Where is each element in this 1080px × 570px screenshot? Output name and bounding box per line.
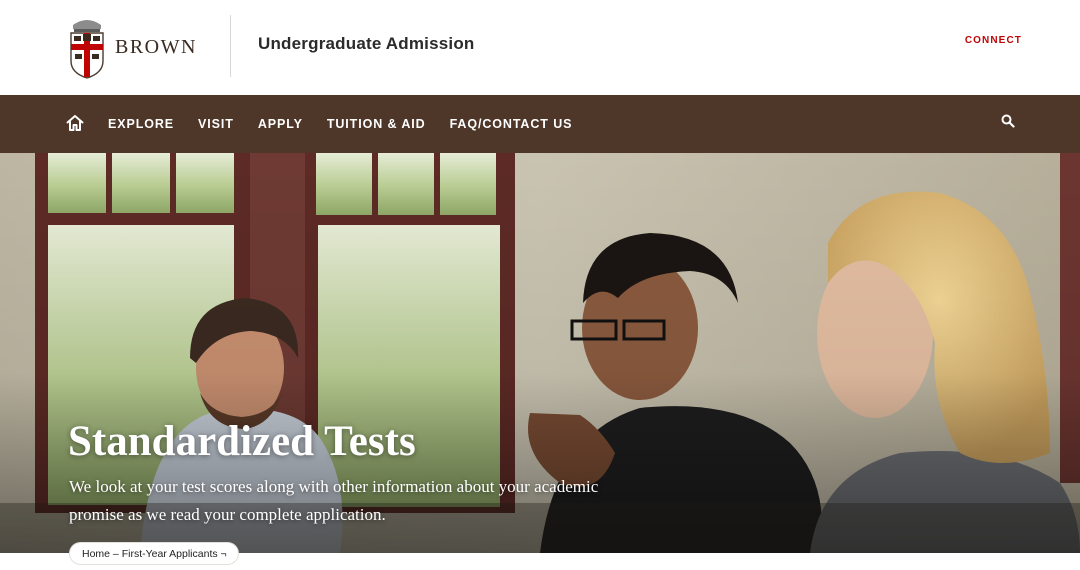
nav-item-tuition-aid[interactable]: TUITION & AID — [327, 117, 426, 131]
breadcrumb-home[interactable]: Home — [82, 548, 110, 560]
hero-banner: Standardized Tests We look at your test … — [0, 153, 1080, 553]
connect-link[interactable]: CONNECT — [965, 35, 1022, 46]
logo-wordmark: BROWN — [115, 35, 197, 58]
brown-logo[interactable]: BROWN — [67, 14, 202, 80]
nav-item-apply[interactable]: APPLY — [258, 117, 303, 131]
hero-subtitle: We look at your test scores along with o… — [69, 477, 599, 524]
nav-item-visit[interactable]: VISIT — [198, 117, 234, 131]
breadcrumb-expand-icon[interactable]: ¬ — [218, 548, 227, 560]
header-divider — [230, 15, 231, 77]
nav-item-faq-contact[interactable]: FAQ/CONTACT US — [450, 117, 573, 131]
site-title[interactable]: Undergraduate Admission — [258, 34, 475, 54]
main-navigation: EXPLORE VISIT APPLY TUITION & AID FAQ/CO… — [0, 95, 1080, 153]
breadcrumb-separator: – — [110, 547, 122, 560]
search-icon[interactable] — [1000, 113, 1016, 129]
nav-menu: EXPLORE VISIT APPLY TUITION & AID FAQ/CO… — [108, 95, 596, 153]
site-header: BROWN Undergraduate Admission CONNECT — [0, 0, 1080, 95]
breadcrumb: Home – First-Year Applicants ¬ — [69, 542, 239, 565]
hero-title: Standardized Tests — [68, 418, 416, 465]
breadcrumb-first-year-applicants[interactable]: First-Year Applicants — [122, 548, 218, 560]
nav-item-explore[interactable]: EXPLORE — [108, 117, 174, 131]
home-icon[interactable] — [65, 113, 85, 133]
brown-shield-icon — [70, 20, 104, 79]
